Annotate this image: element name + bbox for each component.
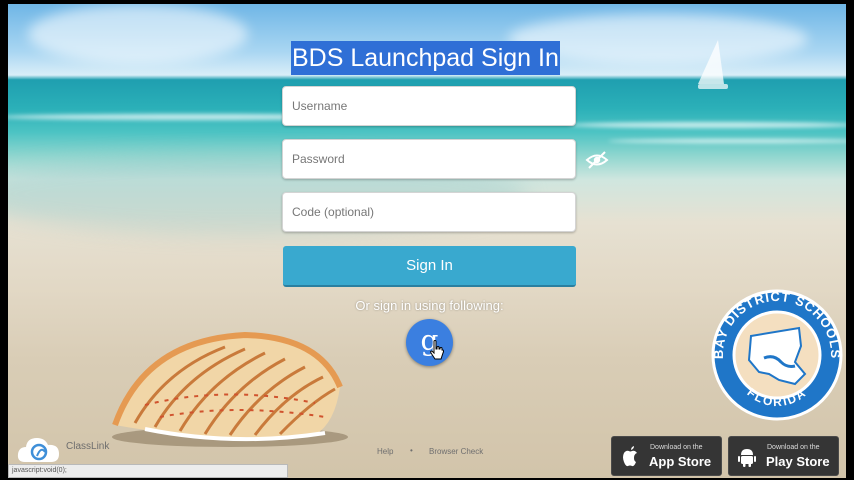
classlink-label: ClassLink xyxy=(66,441,110,452)
page-title: BDS Launchpad Sign In xyxy=(291,41,560,75)
help-link[interactable]: Help xyxy=(377,447,393,456)
sailboat-hull xyxy=(698,84,728,89)
seashell-image xyxy=(112,331,348,447)
browser-status-bar: javascript:void(0); xyxy=(8,464,288,478)
code-field[interactable] xyxy=(282,192,576,232)
android-icon xyxy=(738,449,756,467)
footer-separator: • xyxy=(410,446,413,455)
username-input[interactable] xyxy=(283,87,575,125)
username-field[interactable] xyxy=(282,86,576,126)
eye-slash-icon[interactable] xyxy=(585,150,609,170)
app-store-small-text: Download on the xyxy=(650,444,703,451)
sign-in-button[interactable]: Sign In xyxy=(283,246,576,287)
hand-cursor-icon xyxy=(430,340,444,360)
classlink-logo-icon xyxy=(17,438,59,462)
password-input[interactable] xyxy=(283,140,575,178)
wave xyxy=(608,139,846,143)
app-store-label: App Store xyxy=(649,454,712,469)
cloud xyxy=(28,4,248,64)
wave xyxy=(568,122,846,128)
app-store-button[interactable]: Download on the App Store xyxy=(611,436,722,476)
password-field[interactable] xyxy=(282,139,576,179)
play-store-small-text: Download on the xyxy=(767,444,820,451)
browser-check-link[interactable]: Browser Check xyxy=(429,447,483,456)
apple-icon xyxy=(623,446,637,467)
play-store-button[interactable]: Download on the Play Store xyxy=(728,436,839,476)
alt-signin-text: Or sign in using following: xyxy=(355,298,504,313)
sailboat xyxy=(698,40,724,84)
code-input[interactable] xyxy=(283,193,575,231)
bay-district-schools-seal: BAY DISTRICT SCHOOLS FLORIDA xyxy=(711,289,843,421)
play-store-label: Play Store xyxy=(766,454,830,469)
